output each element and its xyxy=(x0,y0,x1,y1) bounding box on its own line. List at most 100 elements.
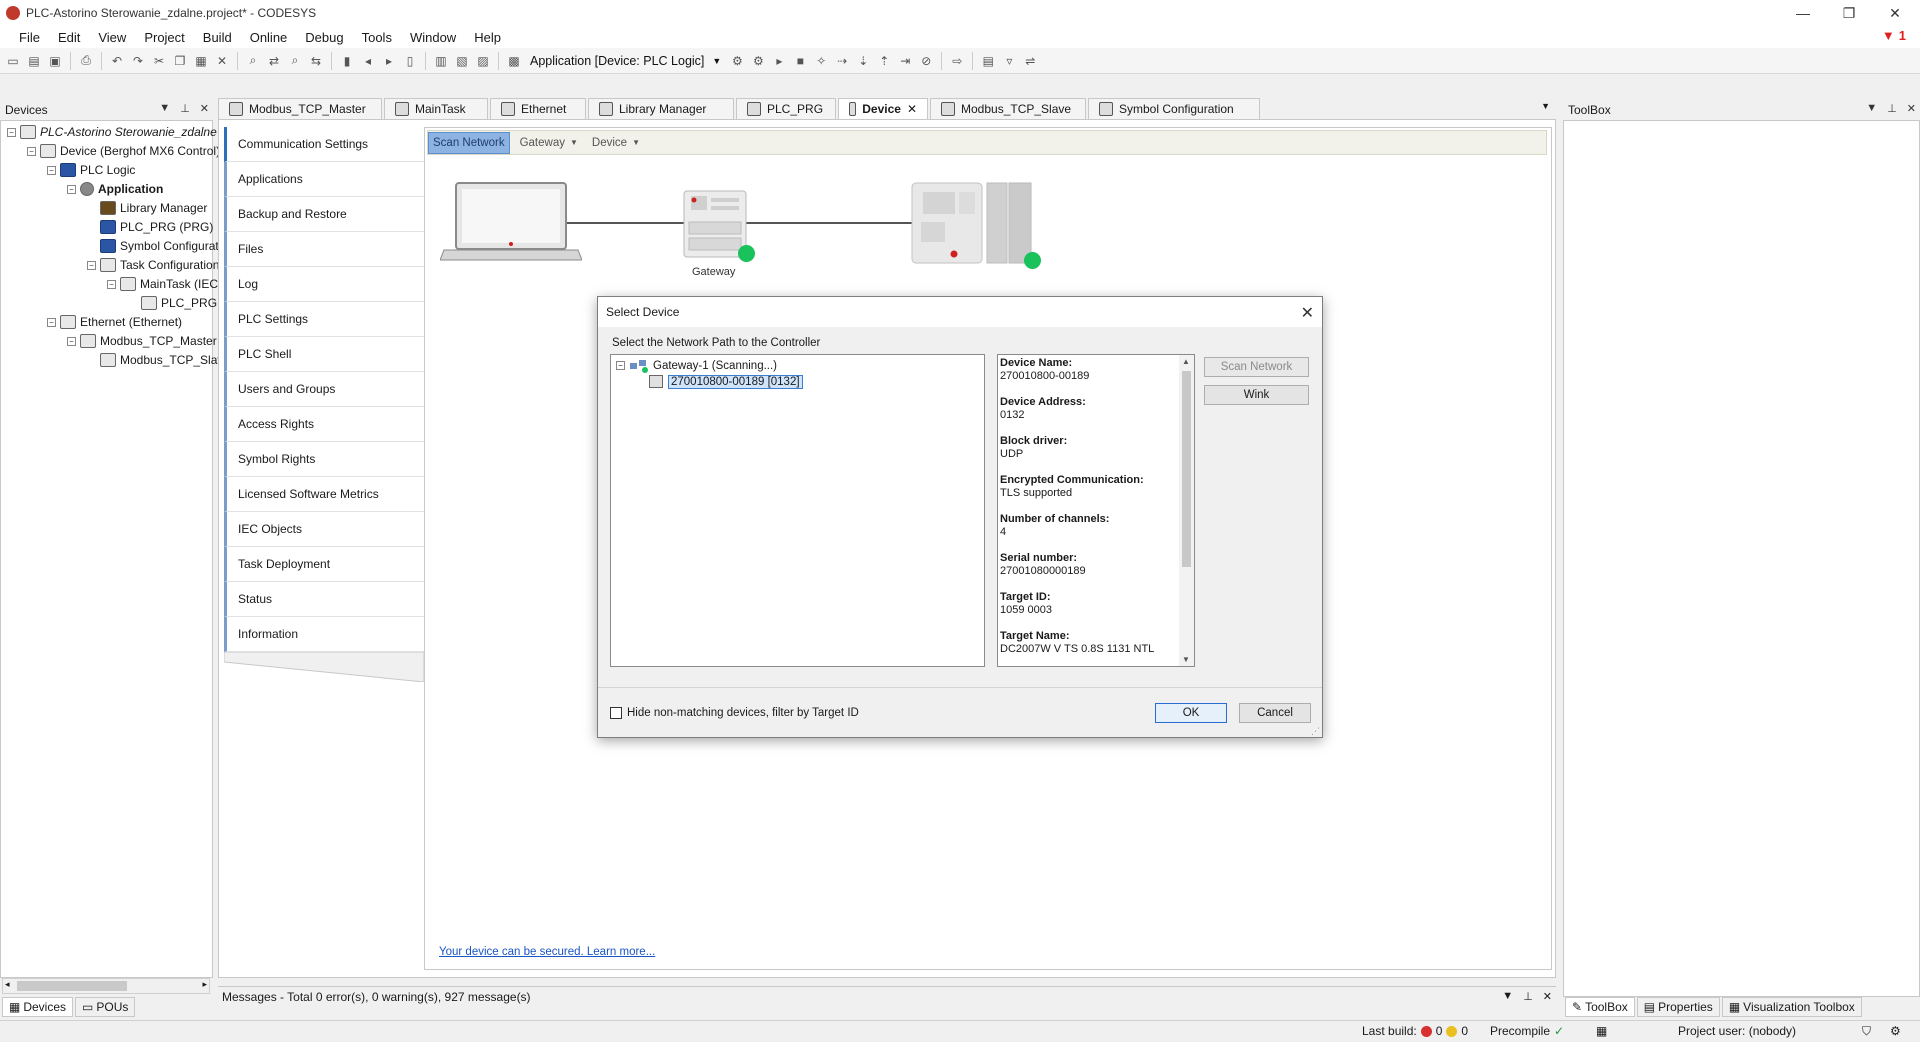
scroll-left-icon[interactable]: ◂ xyxy=(5,979,10,990)
tree-node-gateway[interactable]: − Gateway-1 (Scanning...) xyxy=(616,357,777,374)
build-icon[interactable]: ▥ xyxy=(432,52,450,70)
active-application-selector[interactable]: Application [Device: PLC Logic] ▼ xyxy=(526,51,725,71)
restore-button[interactable]: ❐ xyxy=(1826,0,1872,26)
tab-symbol-configuration[interactable]: Symbol Configuration xyxy=(1088,98,1260,119)
tree-node-selected-device[interactable]: 270010800-00189 [0132] xyxy=(649,373,803,390)
print-icon[interactable]: ⎙ xyxy=(77,52,95,70)
tab-plc-prg[interactable]: PLC_PRG xyxy=(736,98,836,119)
menu-help[interactable]: Help xyxy=(465,30,510,45)
pin-icon[interactable]: ⊥ xyxy=(180,102,190,115)
nav-information[interactable]: Information xyxy=(224,617,424,652)
close-button[interactable]: ✕ xyxy=(1872,0,1918,26)
delete-icon[interactable]: ✕ xyxy=(213,52,231,70)
nav-status[interactable]: Status xyxy=(224,582,424,617)
hide-non-matching-checkbox[interactable]: Hide non-matching devices, filter by Tar… xyxy=(610,707,859,719)
bookmark-clear-icon[interactable]: ▯ xyxy=(401,52,419,70)
panel-close-icon[interactable]: ✕ xyxy=(1907,102,1916,115)
collapse-icon[interactable]: − xyxy=(107,279,116,289)
collapse-icon[interactable]: − xyxy=(616,361,625,370)
tree-node-library-manager[interactable]: Library Manager xyxy=(100,199,207,217)
devices-horizontal-scrollbar[interactable]: ◂ ▸ xyxy=(2,978,210,994)
nav-plc-shell[interactable]: PLC Shell xyxy=(224,337,424,372)
checkbox-box[interactable] xyxy=(610,707,622,719)
security-shield-icon[interactable]: ⛉ xyxy=(1862,1024,1871,1039)
menu-file[interactable]: File xyxy=(10,30,49,45)
tab-devices[interactable]: ▦ Devices xyxy=(2,997,74,1017)
collapse-icon[interactable]: − xyxy=(47,317,56,327)
nav-applications[interactable]: Applications xyxy=(224,162,424,197)
undo-icon[interactable]: ↶ xyxy=(108,52,126,70)
menu-build[interactable]: Build xyxy=(194,30,241,45)
open-folder-icon[interactable]: ▤ xyxy=(25,52,43,70)
bookmark-prev-icon[interactable]: ◂ xyxy=(359,52,377,70)
start-icon[interactable]: ▸ xyxy=(770,52,788,70)
menu-debug[interactable]: Debug xyxy=(296,30,352,45)
tab-properties[interactable]: ▤ Properties xyxy=(1636,997,1720,1017)
nav-task-deployment[interactable]: Task Deployment xyxy=(224,547,424,582)
gateway-menu[interactable]: Gateway ▼ xyxy=(516,132,582,154)
plc-device-icon[interactable] xyxy=(911,182,1036,264)
application-icon[interactable]: ▩ xyxy=(505,52,523,70)
force-values-icon[interactable]: ▤ xyxy=(979,52,997,70)
step-over-icon[interactable]: ⇢ xyxy=(833,52,851,70)
panel-menu-icon[interactable]: ▼ xyxy=(159,102,170,115)
tree-node-task-configuration[interactable]: − Task Configuration xyxy=(87,256,219,274)
tab-library-manager[interactable]: Library Manager xyxy=(588,98,734,119)
save-icon[interactable]: ▣ xyxy=(46,52,64,70)
cut-icon[interactable]: ✂ xyxy=(150,52,168,70)
nav-licensed-software-metrics[interactable]: Licensed Software Metrics xyxy=(224,477,424,512)
pin-icon[interactable]: ⊥ xyxy=(1523,990,1533,1003)
nav-backup-and-restore[interactable]: Backup and Restore xyxy=(224,197,424,232)
paste-icon[interactable]: ▦ xyxy=(192,52,210,70)
nav-files[interactable]: Files xyxy=(224,232,424,267)
menu-project[interactable]: Project xyxy=(135,30,193,45)
tab-close-icon[interactable]: ✕ xyxy=(907,102,917,116)
device-menu[interactable]: Device ▼ xyxy=(588,132,644,154)
step-into-icon[interactable]: ⇣ xyxy=(854,52,872,70)
find-in-files-icon[interactable]: ⌕ xyxy=(286,52,304,70)
pin-icon[interactable]: ⊥ xyxy=(1887,102,1897,115)
tab-modbus-tcp-master[interactable]: Modbus_TCP_Master xyxy=(218,98,382,119)
unforce-values-icon[interactable]: ▿ xyxy=(1000,52,1018,70)
scan-network-button[interactable]: Scan Network xyxy=(1204,357,1309,377)
info-vertical-scrollbar[interactable]: ▲ ▼ xyxy=(1179,355,1194,666)
logout-icon[interactable]: ⚙ xyxy=(749,52,767,70)
tab-modbus-tcp-slave[interactable]: Modbus_TCP_Slave xyxy=(930,98,1086,119)
alert-badge[interactable]: ▼ 1 xyxy=(1882,28,1906,43)
nav-symbol-rights[interactable]: Symbol Rights xyxy=(224,442,424,477)
reset-icon[interactable]: ✧ xyxy=(812,52,830,70)
bookmark-next-icon[interactable]: ▸ xyxy=(380,52,398,70)
find-icon[interactable]: ⌕ xyxy=(244,52,262,70)
nav-iec-objects[interactable]: IEC Objects xyxy=(224,512,424,547)
nav-log[interactable]: Log xyxy=(224,267,424,302)
menu-view[interactable]: View xyxy=(89,30,135,45)
collapse-icon[interactable]: − xyxy=(67,336,76,346)
panel-menu-icon[interactable]: ▼ xyxy=(1866,102,1877,115)
tree-node-maintask[interactable]: − MainTask (IEC xyxy=(107,275,218,293)
scan-network-button[interactable]: Scan Network xyxy=(428,131,510,154)
tab-ethernet[interactable]: Ethernet xyxy=(490,98,586,119)
tree-node-plc-prg[interactable]: PLC_PRG (PRG) xyxy=(100,218,213,236)
rebuild-icon[interactable]: ▧ xyxy=(453,52,471,70)
tab-toolbox[interactable]: ✎ ToolBox xyxy=(1565,997,1635,1017)
tree-node-plc-prg-call[interactable]: PLC_PRG xyxy=(141,294,217,312)
nav-access-rights[interactable]: Access Rights xyxy=(224,407,424,442)
tree-node-ethernet[interactable]: − Ethernet (Ethernet) xyxy=(47,313,182,331)
menu-tools[interactable]: Tools xyxy=(353,30,401,45)
settings-gear-icon[interactable]: ⚙ xyxy=(1890,1024,1901,1038)
network-status-icon[interactable]: ▦ xyxy=(1596,1024,1607,1038)
tab-device[interactable]: Device ✕ xyxy=(838,98,928,119)
tree-node-project[interactable]: − PLC-Astorino Sterowanie_zdalne ▼ xyxy=(7,123,234,141)
redo-icon[interactable]: ↷ xyxy=(129,52,147,70)
stop-icon[interactable]: ■ xyxy=(791,52,809,70)
tree-node-modbus-master[interactable]: − Modbus_TCP_Master (I xyxy=(67,332,227,350)
scroll-down-icon[interactable]: ▼ xyxy=(1182,655,1190,664)
run-to-cursor-icon[interactable]: ⇥ xyxy=(896,52,914,70)
minimize-button[interactable]: — xyxy=(1780,0,1826,26)
panel-close-icon[interactable]: ✕ xyxy=(1543,990,1552,1003)
panel-close-icon[interactable]: ✕ xyxy=(200,102,209,115)
secure-device-link[interactable]: Your device can be secured. Learn more..… xyxy=(439,946,655,958)
copy-icon[interactable]: ❐ xyxy=(171,52,189,70)
nav-communication-settings[interactable]: Communication Settings xyxy=(224,127,424,162)
scroll-right-icon[interactable]: ▸ xyxy=(202,979,207,990)
